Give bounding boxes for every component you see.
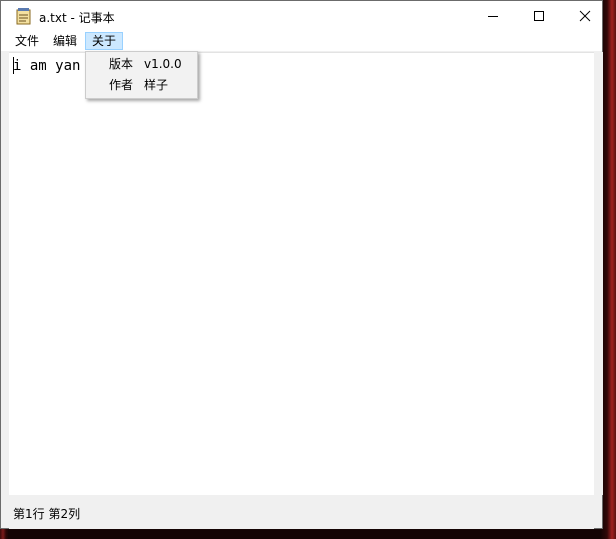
notepad-window: a.txt - 记事本 文件 编辑 关于 i am yan 第1行 第2列 版本… [0, 0, 603, 529]
editor-content: i am yan [13, 58, 81, 74]
menu-item-author[interactable]: 作者 样子 [86, 75, 197, 96]
author-value: 样子 [144, 78, 169, 92]
menu-bar: 文件 编辑 关于 [1, 31, 602, 51]
version-label: 版本 [109, 57, 134, 71]
text-editor[interactable]: i am yan [9, 52, 594, 496]
minimize-button[interactable] [470, 1, 516, 31]
window-title: a.txt - 记事本 [39, 11, 115, 25]
vertical-scrollbar[interactable] [594, 52, 603, 495]
author-label: 作者 [109, 78, 134, 92]
notepad-icon [15, 7, 33, 25]
menu-edit[interactable]: 编辑 [47, 32, 83, 50]
maximize-button[interactable] [516, 1, 562, 31]
close-button[interactable] [562, 1, 608, 31]
text-caret [13, 57, 14, 74]
close-icon [579, 10, 591, 22]
title-bar[interactable]: a.txt - 记事本 [1, 1, 602, 31]
minimize-icon [488, 16, 498, 17]
maximize-icon [534, 11, 544, 21]
about-menu-dropdown: 版本 v1.0.0 作者 样子 [85, 51, 198, 99]
cursor-position: 第1行 第2列 [13, 507, 81, 521]
menu-file[interactable]: 文件 [9, 32, 45, 50]
status-bar: 第1行 第2列 [9, 495, 594, 529]
menu-item-version[interactable]: 版本 v1.0.0 [86, 54, 197, 75]
version-value: v1.0.0 [144, 57, 182, 71]
menu-about[interactable]: 关于 [85, 32, 124, 50]
